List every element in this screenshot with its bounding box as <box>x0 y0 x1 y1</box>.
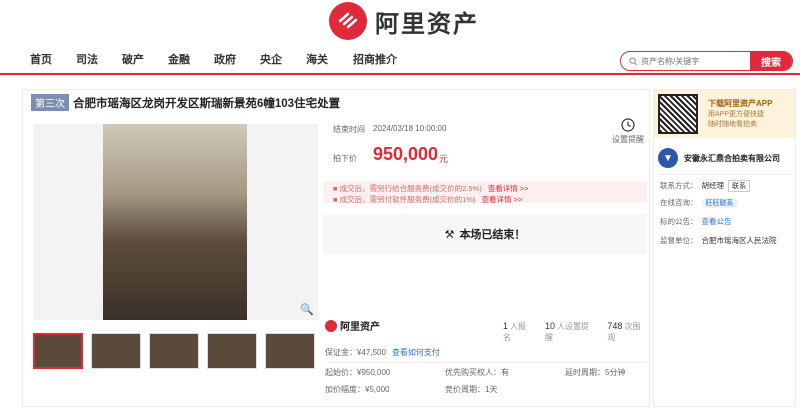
nav-item-investment[interactable]: 招商推介 <box>340 51 410 67</box>
photo-image <box>103 124 247 320</box>
thumbnail[interactable] <box>91 333 141 369</box>
search-button[interactable]: 搜索 <box>750 52 792 70</box>
search-input[interactable] <box>641 53 751 69</box>
fee-line-1: ■ 成交后，需另行给合服务费(成交价的2.5%) 查看详情 >> <box>333 184 529 193</box>
remind-button[interactable]: 设置提醒 <box>611 118 645 145</box>
clock-icon <box>611 118 645 134</box>
nav-item-bankruptcy[interactable]: 破产 <box>110 51 156 67</box>
main-photo[interactable]: 🔍 <box>33 124 318 320</box>
stat-reminders: 10 人设置提醒 <box>545 321 590 342</box>
fee-line-2: ■ 成交后，需另付软件服务费(成交价的1%) 查看详情 >> <box>333 195 523 204</box>
fee-notice: ■ 成交后，需另行给合服务费(成交价的2.5%) 查看详情 >> ■ 成交后，需另… <box>323 181 647 204</box>
stat-views: 748 次围观 <box>607 321 641 342</box>
lock-icon: ■ <box>333 184 338 193</box>
logo-text: 阿里资产 <box>375 10 479 38</box>
qr-code <box>658 94 698 134</box>
thumbnail[interactable] <box>33 333 83 369</box>
thumbnail-strip <box>33 333 323 369</box>
deposit-row: 保证金：¥47,500 查看如何支付 <box>325 348 440 357</box>
notice-link[interactable]: 查看公告 <box>702 217 732 226</box>
round-badge: 第三次 <box>31 94 69 111</box>
stat-signup: 1 人报名 <box>503 321 527 342</box>
fee-detail-link[interactable]: 查看详情 >> <box>488 184 529 193</box>
app-download[interactable]: 下载阿里资产APP 用APP更方便快捷 随时随地看拍卖 <box>654 90 795 138</box>
org-icon: ▼ <box>658 148 678 168</box>
auction-info: 结束时间 2024/03/18 10:00:00 设置提醒 拍下价 950,00… <box>323 118 647 254</box>
brand-icon <box>325 319 337 332</box>
nav-item-government[interactable]: 政府 <box>202 51 248 67</box>
site-logo[interactable]: 阿里资产 <box>329 2 479 40</box>
notice-row: 标的公告： 查看公告 <box>660 217 732 226</box>
brand-mark: 阿里资产 <box>325 318 380 333</box>
search-box: 搜索 <box>620 51 793 71</box>
ended-banner: ⚒ 本场已结束！ <box>323 214 647 254</box>
end-time-row: 结束时间 2024/03/18 10:00:00 <box>333 124 447 134</box>
thumbnail[interactable] <box>207 333 257 369</box>
nav-item-customs[interactable]: 海关 <box>294 51 340 67</box>
deposit-link[interactable]: 查看如何支付 <box>392 348 440 357</box>
contact-tag[interactable]: 联系 <box>728 180 750 192</box>
site-header: 阿里资产 <box>0 0 800 45</box>
detail-row: 起始价：¥950,000 优先购买权人：有 延时周期：5分钟 <box>325 368 626 377</box>
main-nav: 首页 司法 破产 金融 政府 央企 海关 招商推介 搜索 <box>0 45 800 75</box>
lock-icon: ■ <box>333 195 338 204</box>
org-row: ▼ 安徽永汇鼎合拍卖有限公司 <box>658 148 780 168</box>
detail-row: 加价幅度：¥5,000 竞价周期：1天 <box>325 385 498 394</box>
supervisor-row: 监督单位： 合肥市瑶海区人民法院 <box>660 236 777 245</box>
wangwang-button[interactable]: 旺旺联系 <box>701 198 738 208</box>
price-row: 拍下价 950,000 元 <box>333 144 449 164</box>
detail-grid: 起始价：¥950,000 优先购买权人：有 延时周期：5分钟 加价幅度：¥5,0… <box>325 362 647 397</box>
contact-row: 联系方式： 胡经理 联系 <box>660 180 750 192</box>
page-title: 合肥市瑶海区龙岗开发区斯瑞新景苑6幢103住宅处置 <box>73 97 341 110</box>
stats: 1 人报名 10 人设置提醒 748 次围观 <box>503 321 647 343</box>
fee-detail-link[interactable]: 查看详情 >> <box>481 195 522 204</box>
auction-panel: 第三次 合肥市瑶海区龙岗开发区斯瑞新景苑6幢103住宅处置 🔍 结束时间 202… <box>22 89 650 407</box>
zoom-icon[interactable]: 🔍 <box>300 303 314 316</box>
title-row: 第三次 合肥市瑶海区龙岗开发区斯瑞新景苑6幢103住宅处置 <box>31 94 340 111</box>
nav-item-home[interactable]: 首页 <box>18 51 64 67</box>
price-value: 950,000 <box>373 144 439 164</box>
thumbnail[interactable] <box>149 333 199 369</box>
nav-item-judicial[interactable]: 司法 <box>64 51 110 67</box>
logo-icon <box>329 2 367 40</box>
gavel-icon: ⚒ <box>444 228 455 241</box>
online-row: 在线咨询： 旺旺联系 <box>660 197 738 208</box>
nav-item-soe[interactable]: 央企 <box>248 51 294 67</box>
nav-item-finance[interactable]: 金融 <box>156 51 202 67</box>
sidebar: 下载阿里资产APP 用APP更方便快捷 随时随地看拍卖 ▼ 安徽永汇鼎合拍卖有限公… <box>653 89 796 407</box>
search-icon <box>625 53 641 69</box>
thumbnail[interactable] <box>265 333 315 369</box>
